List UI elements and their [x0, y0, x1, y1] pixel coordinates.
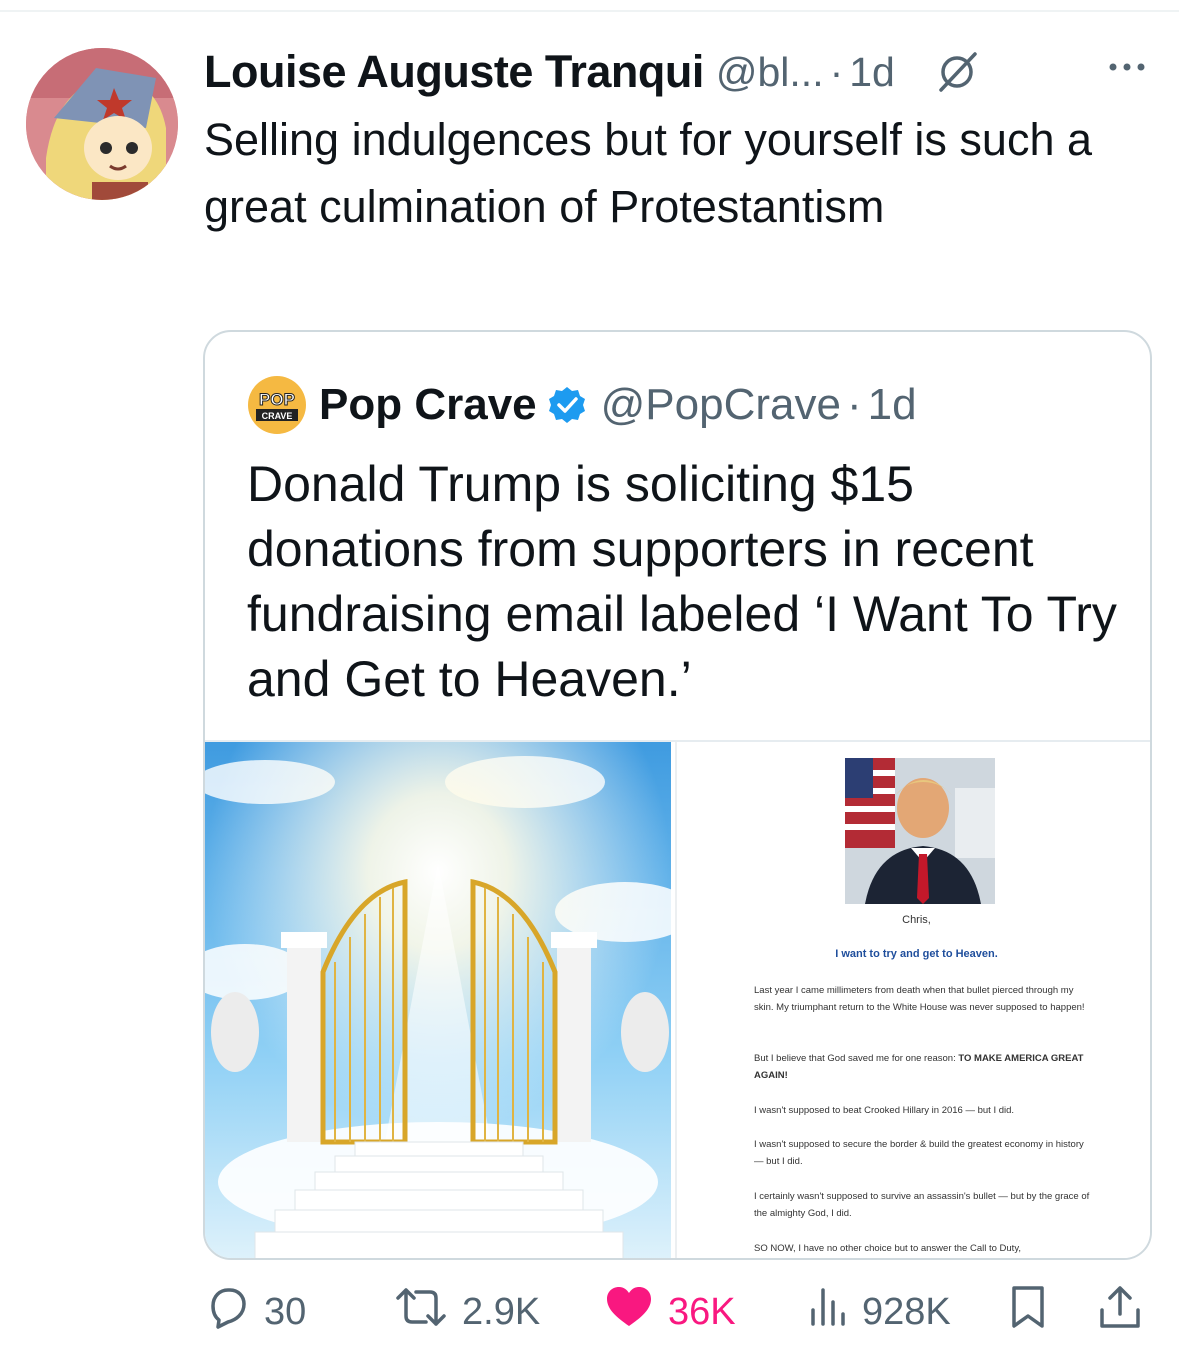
- quoted-time[interactable]: 1d: [868, 380, 917, 430]
- heaven-gates-image[interactable]: [205, 742, 671, 1258]
- author-avatar[interactable]: [26, 48, 178, 200]
- bookmark-button[interactable]: [1008, 1280, 1062, 1344]
- separator-dot: ·: [829, 48, 844, 95]
- email-subject: I want to try and get to Heaven.: [835, 948, 998, 960]
- reply-button[interactable]: 30: [204, 1280, 306, 1344]
- repost-button[interactable]: 2.9K: [394, 1280, 540, 1344]
- action-bar: 30 2.9K 36K 928K: [0, 1280, 1179, 1350]
- like-button[interactable]: 36K: [604, 1280, 736, 1344]
- views-count: 928K: [862, 1290, 951, 1333]
- like-count: 36K: [668, 1290, 736, 1333]
- logo-text-bottom: CRAVE: [262, 411, 293, 421]
- tweet-header: Louise Auguste Tranqui @bl... · 1d: [204, 40, 1159, 104]
- share-icon: [1098, 1284, 1156, 1340]
- tweet-text: Selling indulgences but for yourself is …: [204, 114, 1093, 232]
- repost-icon: [394, 1284, 462, 1340]
- views-button[interactable]: 928K: [808, 1280, 951, 1344]
- email-greeting: Chris,: [902, 914, 931, 926]
- bookmark-icon: [1008, 1284, 1062, 1340]
- email-paragraph-3: I wasn't supposed to beat Crooked Hillar…: [754, 1105, 1015, 1116]
- top-divider: [0, 10, 1179, 12]
- more-icon[interactable]: [1107, 60, 1147, 78]
- verified-icon: [547, 385, 587, 425]
- heart-icon: [604, 1284, 668, 1340]
- quoted-separator-dot: ·: [846, 380, 862, 429]
- quoted-header: POP CRAVE Pop Crave @PopCrave · 1d: [247, 374, 917, 436]
- quoted-media: Chris, I want to try and get to Heaven. …: [205, 740, 1150, 1258]
- email-paragraph-5: I certainly wasn't supposed to survive a…: [754, 1191, 1090, 1219]
- author-name[interactable]: Louise Auguste Tranqui: [204, 46, 704, 98]
- email-paragraph-6: SO NOW, I have no other choice but to an…: [754, 1243, 1022, 1254]
- email-paragraph-1: Last year I came millimeters from death …: [754, 985, 1085, 1013]
- logo-text-top: POP: [259, 390, 295, 409]
- reply-count: 30: [264, 1290, 307, 1333]
- quoted-tweet[interactable]: POP CRAVE Pop Crave @PopCrave · 1d Donal…: [203, 330, 1152, 1260]
- repost-count: 2.9K: [462, 1290, 541, 1333]
- email-paragraph-2-text: But I believe that God saved me for one …: [754, 1053, 959, 1064]
- quoted-author-handle[interactable]: @PopCrave: [601, 380, 841, 430]
- author-handle[interactable]: @bl...: [716, 49, 824, 96]
- quoted-author-name[interactable]: Pop Crave: [319, 380, 537, 430]
- email-screenshot[interactable]: Chris, I want to try and get to Heaven. …: [675, 742, 1150, 1258]
- reply-icon: [204, 1284, 264, 1340]
- quoted-text: Donald Trump is soliciting $15 donations…: [247, 456, 1117, 707]
- share-button[interactable]: [1098, 1280, 1156, 1344]
- grok-icon[interactable]: [935, 50, 979, 94]
- email-paragraph-2: But I believe that God saved me for one …: [754, 1050, 1094, 1084]
- views-icon: [808, 1284, 862, 1340]
- email-portrait-image: [845, 758, 995, 904]
- popcrave-logo[interactable]: POP CRAVE: [247, 375, 307, 435]
- email-paragraph-4: I wasn't supposed to secure the border &…: [754, 1139, 1084, 1167]
- tweet-time[interactable]: 1d: [849, 49, 895, 96]
